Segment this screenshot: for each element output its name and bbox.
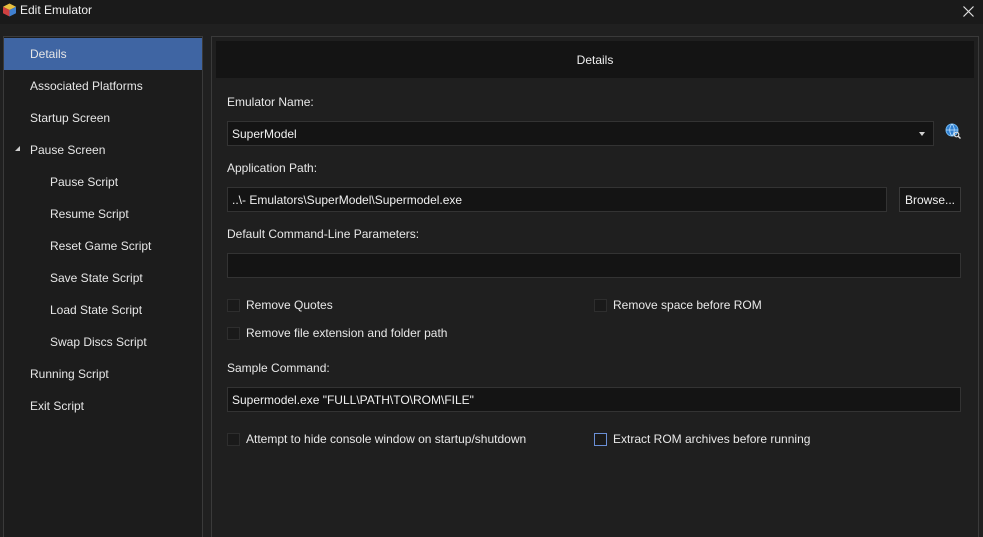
checkbox-label: Remove Quotes: [246, 298, 333, 312]
remove-space-before-rom-checkbox[interactable]: Remove space before ROM: [594, 298, 762, 312]
sidebar-item-resume-script[interactable]: Resume Script: [4, 198, 202, 230]
checkbox-label: Extract ROM archives before running: [613, 432, 811, 446]
sidebar-item-load-state-script[interactable]: Load State Script: [4, 294, 202, 326]
checkbox-box[interactable]: [594, 432, 607, 446]
sidebar-item-associated-platforms[interactable]: Associated Platforms: [4, 70, 202, 102]
sidebar-item-label: Pause Script: [50, 175, 119, 189]
emulator-name-label: Emulator Name:: [227, 95, 314, 109]
sidebar: Details Associated Platforms Startup Scr…: [3, 36, 203, 537]
sidebar-item-label: Save State Script: [50, 271, 143, 285]
expand-arrow-icon[interactable]: [14, 145, 22, 153]
sidebar-item-label: Startup Screen: [30, 111, 111, 125]
cube-icon: [3, 3, 16, 17]
checkbox-label: Remove file extension and folder path: [246, 326, 448, 340]
checkbox-label: Attempt to hide console window on startu…: [246, 432, 527, 446]
details-panel: Details Emulator Name: SuperModel Applic…: [211, 36, 979, 537]
browse-button[interactable]: Browse...: [899, 187, 961, 212]
sample-command-label: Sample Command:: [227, 361, 330, 375]
emulator-name-value: SuperModel: [232, 126, 297, 141]
extract-rom-archives-checkbox[interactable]: Extract ROM archives before running: [594, 432, 810, 446]
emulator-name-dropdown[interactable]: SuperModel: [227, 121, 934, 146]
sidebar-item-reset-game-script[interactable]: Reset Game Script: [4, 230, 202, 262]
window-title: Edit Emulator: [20, 3, 93, 17]
application-path-value: ..\- Emulators\SuperModel\Supermodel.exe: [232, 192, 463, 207]
checkbox-box[interactable]: [227, 298, 240, 312]
sidebar-item-label: Reset Game Script: [50, 239, 152, 253]
sidebar-item-pause-script[interactable]: Pause Script: [4, 166, 202, 198]
panel-title: Details: [576, 52, 614, 67]
command-line-parameters-label: Default Command-Line Parameters:: [227, 227, 420, 241]
sidebar-item-label: Details: [30, 47, 67, 61]
sidebar-item-label: Load State Script: [50, 303, 143, 317]
remove-quotes-checkbox[interactable]: Remove Quotes: [227, 298, 333, 312]
sidebar-item-startup-screen[interactable]: Startup Screen: [4, 102, 202, 134]
panel-header: Details: [216, 41, 974, 78]
checkbox-box[interactable]: [227, 432, 240, 446]
close-icon: [962, 5, 974, 17]
sidebar-item-save-state-script[interactable]: Save State Script: [4, 262, 202, 294]
sidebar-item-details[interactable]: Details: [4, 38, 202, 70]
close-button[interactable]: [953, 0, 983, 22]
sidebar-item-swap-discs-script[interactable]: Swap Discs Script: [4, 326, 202, 358]
checkbox-box[interactable]: [227, 326, 240, 340]
sample-command-field: Supermodel.exe "FULL\PATH\TO\ROM\FILE": [227, 387, 961, 412]
sidebar-item-label: Swap Discs Script: [50, 335, 147, 349]
command-line-parameters-input[interactable]: [227, 253, 961, 278]
sidebar-item-running-script[interactable]: Running Script: [4, 358, 202, 390]
title-bar: Edit Emulator: [0, 0, 983, 24]
sidebar-item-exit-script[interactable]: Exit Script: [4, 390, 202, 422]
application-path-input[interactable]: ..\- Emulators\SuperModel\Supermodel.exe: [227, 187, 887, 212]
application-path-label: Application Path:: [227, 161, 318, 175]
sample-command-value: Supermodel.exe "FULL\PATH\TO\ROM\FILE": [232, 392, 474, 407]
sidebar-item-label: Associated Platforms: [30, 79, 143, 93]
checkbox-box[interactable]: [594, 298, 607, 312]
hide-console-checkbox[interactable]: Attempt to hide console window on startu…: [227, 432, 526, 446]
sidebar-item-label: Resume Script: [50, 207, 129, 221]
sidebar-item-label: Exit Script: [30, 399, 85, 413]
sidebar-item-label: Running Script: [30, 367, 109, 381]
sidebar-item-pause-screen[interactable]: Pause Screen: [4, 134, 202, 166]
chevron-down-icon: [919, 132, 925, 136]
sidebar-item-label: Pause Screen: [30, 143, 106, 157]
remove-file-extension-checkbox[interactable]: Remove file extension and folder path: [227, 326, 447, 340]
checkbox-label: Remove space before ROM: [613, 298, 762, 312]
globe-search-icon[interactable]: [945, 123, 961, 139]
